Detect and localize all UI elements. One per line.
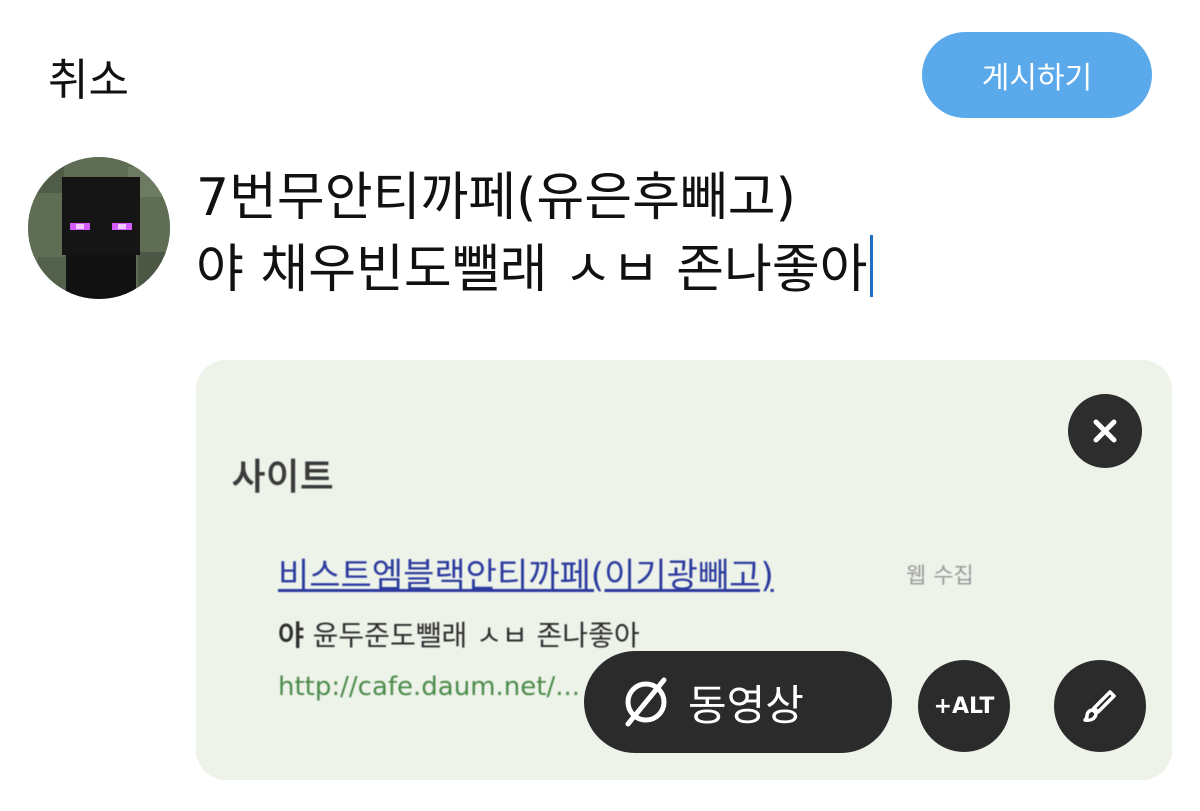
alt-text-button[interactable]: +ALT	[918, 660, 1010, 752]
media-link-text: 비스트엠블랙안티까페(이기광빼고)	[278, 556, 774, 596]
video-mode-label: 동영상	[688, 680, 804, 730]
media-desc-bold: 야	[278, 619, 304, 652]
media-tag: 웹 수집	[906, 564, 974, 589]
edit-media-button[interactable]	[1054, 660, 1146, 752]
media-desc-text: 윤두준도뺄래 ㅅㅂ 존나좋아	[303, 619, 640, 652]
avatar-image	[28, 157, 170, 299]
remove-media-button[interactable]	[1068, 394, 1142, 468]
tweet-text-line-1: 7번무안티까페(유은후빼고)	[196, 168, 796, 228]
brush-icon	[1083, 690, 1116, 722]
media-url: http://cafe.daum.net/...	[278, 672, 581, 702]
text-caret	[869, 235, 873, 297]
close-icon	[1093, 419, 1117, 443]
tweet-text-area[interactable]: 7번무안티까페(유은후빼고) 야 채우빈도뺄래 ㅅㅂ 존나좋아	[196, 162, 1126, 306]
cancel-button[interactable]: 취소	[48, 44, 129, 108]
video-off-icon	[625, 677, 667, 727]
media-description: 야 윤두준도뺄래 ㅅㅂ 존나좋아	[278, 614, 640, 654]
avatar[interactable]	[28, 157, 170, 299]
media-heading: 사이트	[232, 457, 335, 498]
tweet-text-line-2: 야 채우빈도뺄래 ㅅㅂ 존나좋아	[196, 234, 1126, 306]
tweet-text-line-2-text: 야 채우빈도뺄래 ㅅㅂ 존나좋아	[196, 240, 868, 300]
video-mode-button[interactable]: 동영상	[584, 651, 892, 753]
post-button[interactable]: 게시하기	[922, 32, 1152, 118]
